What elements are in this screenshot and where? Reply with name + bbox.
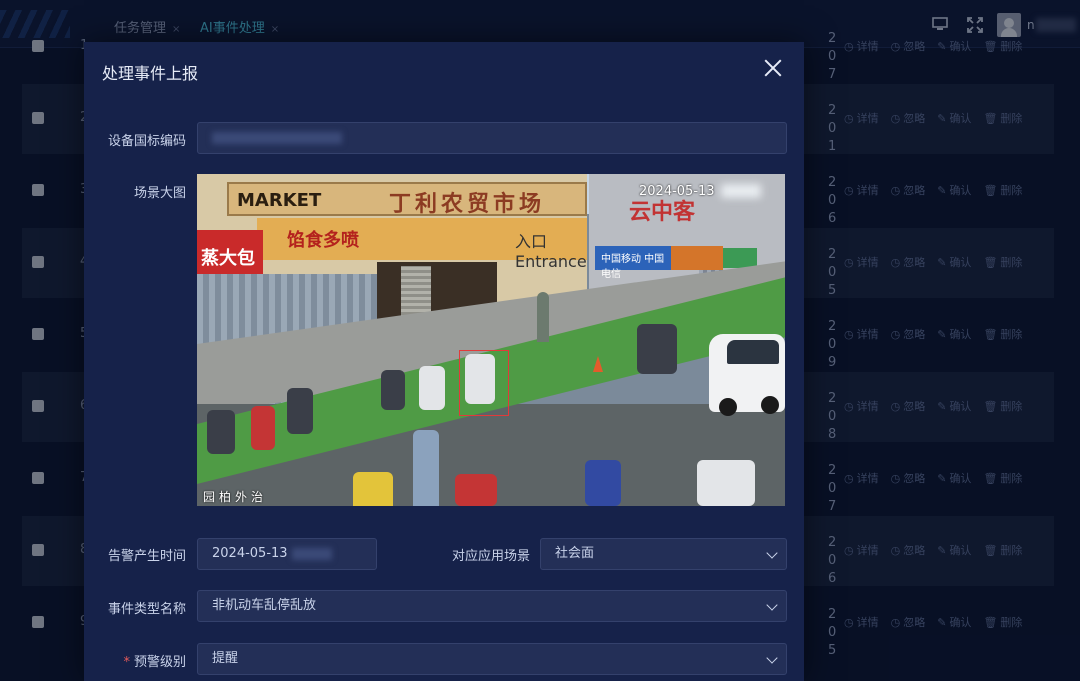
event-report-dialog: 处理事件上报 设备国标编码 场景大图 MARKET 丁利农贸市场 馅食多喷 入口… bbox=[84, 42, 804, 681]
scene-image-label: 场景大图 bbox=[133, 186, 186, 201]
scooter bbox=[381, 370, 405, 410]
scooter bbox=[251, 406, 275, 450]
scene-type-select[interactable]: 社会面 bbox=[540, 538, 787, 570]
chevron-down-icon bbox=[766, 652, 778, 664]
required-mark: * bbox=[123, 655, 130, 670]
chevron-down-icon bbox=[766, 599, 778, 611]
scene-type-value: 社会面 bbox=[555, 546, 595, 561]
scene-image[interactable]: MARKET 丁利农贸市场 馅食多喷 入口 Entrance 蒸大包 云中客 中… bbox=[197, 174, 785, 506]
shop-banner: 馅食多喷 入口 Entrance bbox=[257, 218, 587, 271]
alert-level-select[interactable]: 提醒 bbox=[197, 643, 787, 675]
device-code-label: 设备国标编码 bbox=[107, 134, 186, 149]
alert-level-label-text: 预警级别 bbox=[133, 655, 186, 670]
device-code-redaction bbox=[212, 131, 342, 144]
alert-level-label: * 预警级别 bbox=[98, 651, 186, 670]
event-type-select[interactable]: 非机动车乱停乱放 bbox=[197, 590, 787, 622]
event-type-value: 非机动车乱停乱放 bbox=[212, 598, 317, 613]
traffic-cone bbox=[593, 356, 603, 372]
chevron-down-icon bbox=[766, 547, 778, 559]
alert-level-value: 提醒 bbox=[212, 651, 239, 666]
close-icon[interactable] bbox=[762, 57, 784, 79]
market-sign: MARKET 丁利农贸市场 bbox=[227, 182, 587, 217]
scene-type-label: 对应应用场景 bbox=[451, 549, 530, 564]
alarm-time-field[interactable]: 2024-05-13 bbox=[197, 538, 377, 570]
scooter bbox=[637, 324, 677, 374]
scooter bbox=[419, 366, 445, 410]
event-type-label: 事件类型名称 bbox=[107, 602, 186, 617]
osd-redaction bbox=[721, 184, 761, 198]
alarm-time-label: 告警产生时间 bbox=[107, 549, 186, 564]
scooter bbox=[585, 460, 621, 506]
osd-timestamp: 2024-05-13 bbox=[639, 184, 715, 199]
scooter bbox=[287, 388, 313, 434]
osd-caption: 园柏外治 bbox=[203, 490, 268, 504]
device-code-field[interactable] bbox=[197, 122, 787, 154]
scooter bbox=[207, 410, 235, 454]
detection-box bbox=[459, 350, 509, 416]
alarm-time-value: 2024-05-13 bbox=[212, 546, 288, 561]
alarm-time-redaction bbox=[291, 547, 332, 560]
scooter bbox=[697, 460, 755, 506]
scooter bbox=[455, 474, 497, 506]
telecom-sign: 中国移动 中国电信 bbox=[595, 246, 671, 280]
pedestrian bbox=[413, 430, 439, 506]
pedestrian bbox=[537, 292, 549, 342]
dialog-title: 处理事件上报 bbox=[102, 64, 199, 83]
pedestrian bbox=[353, 472, 393, 506]
